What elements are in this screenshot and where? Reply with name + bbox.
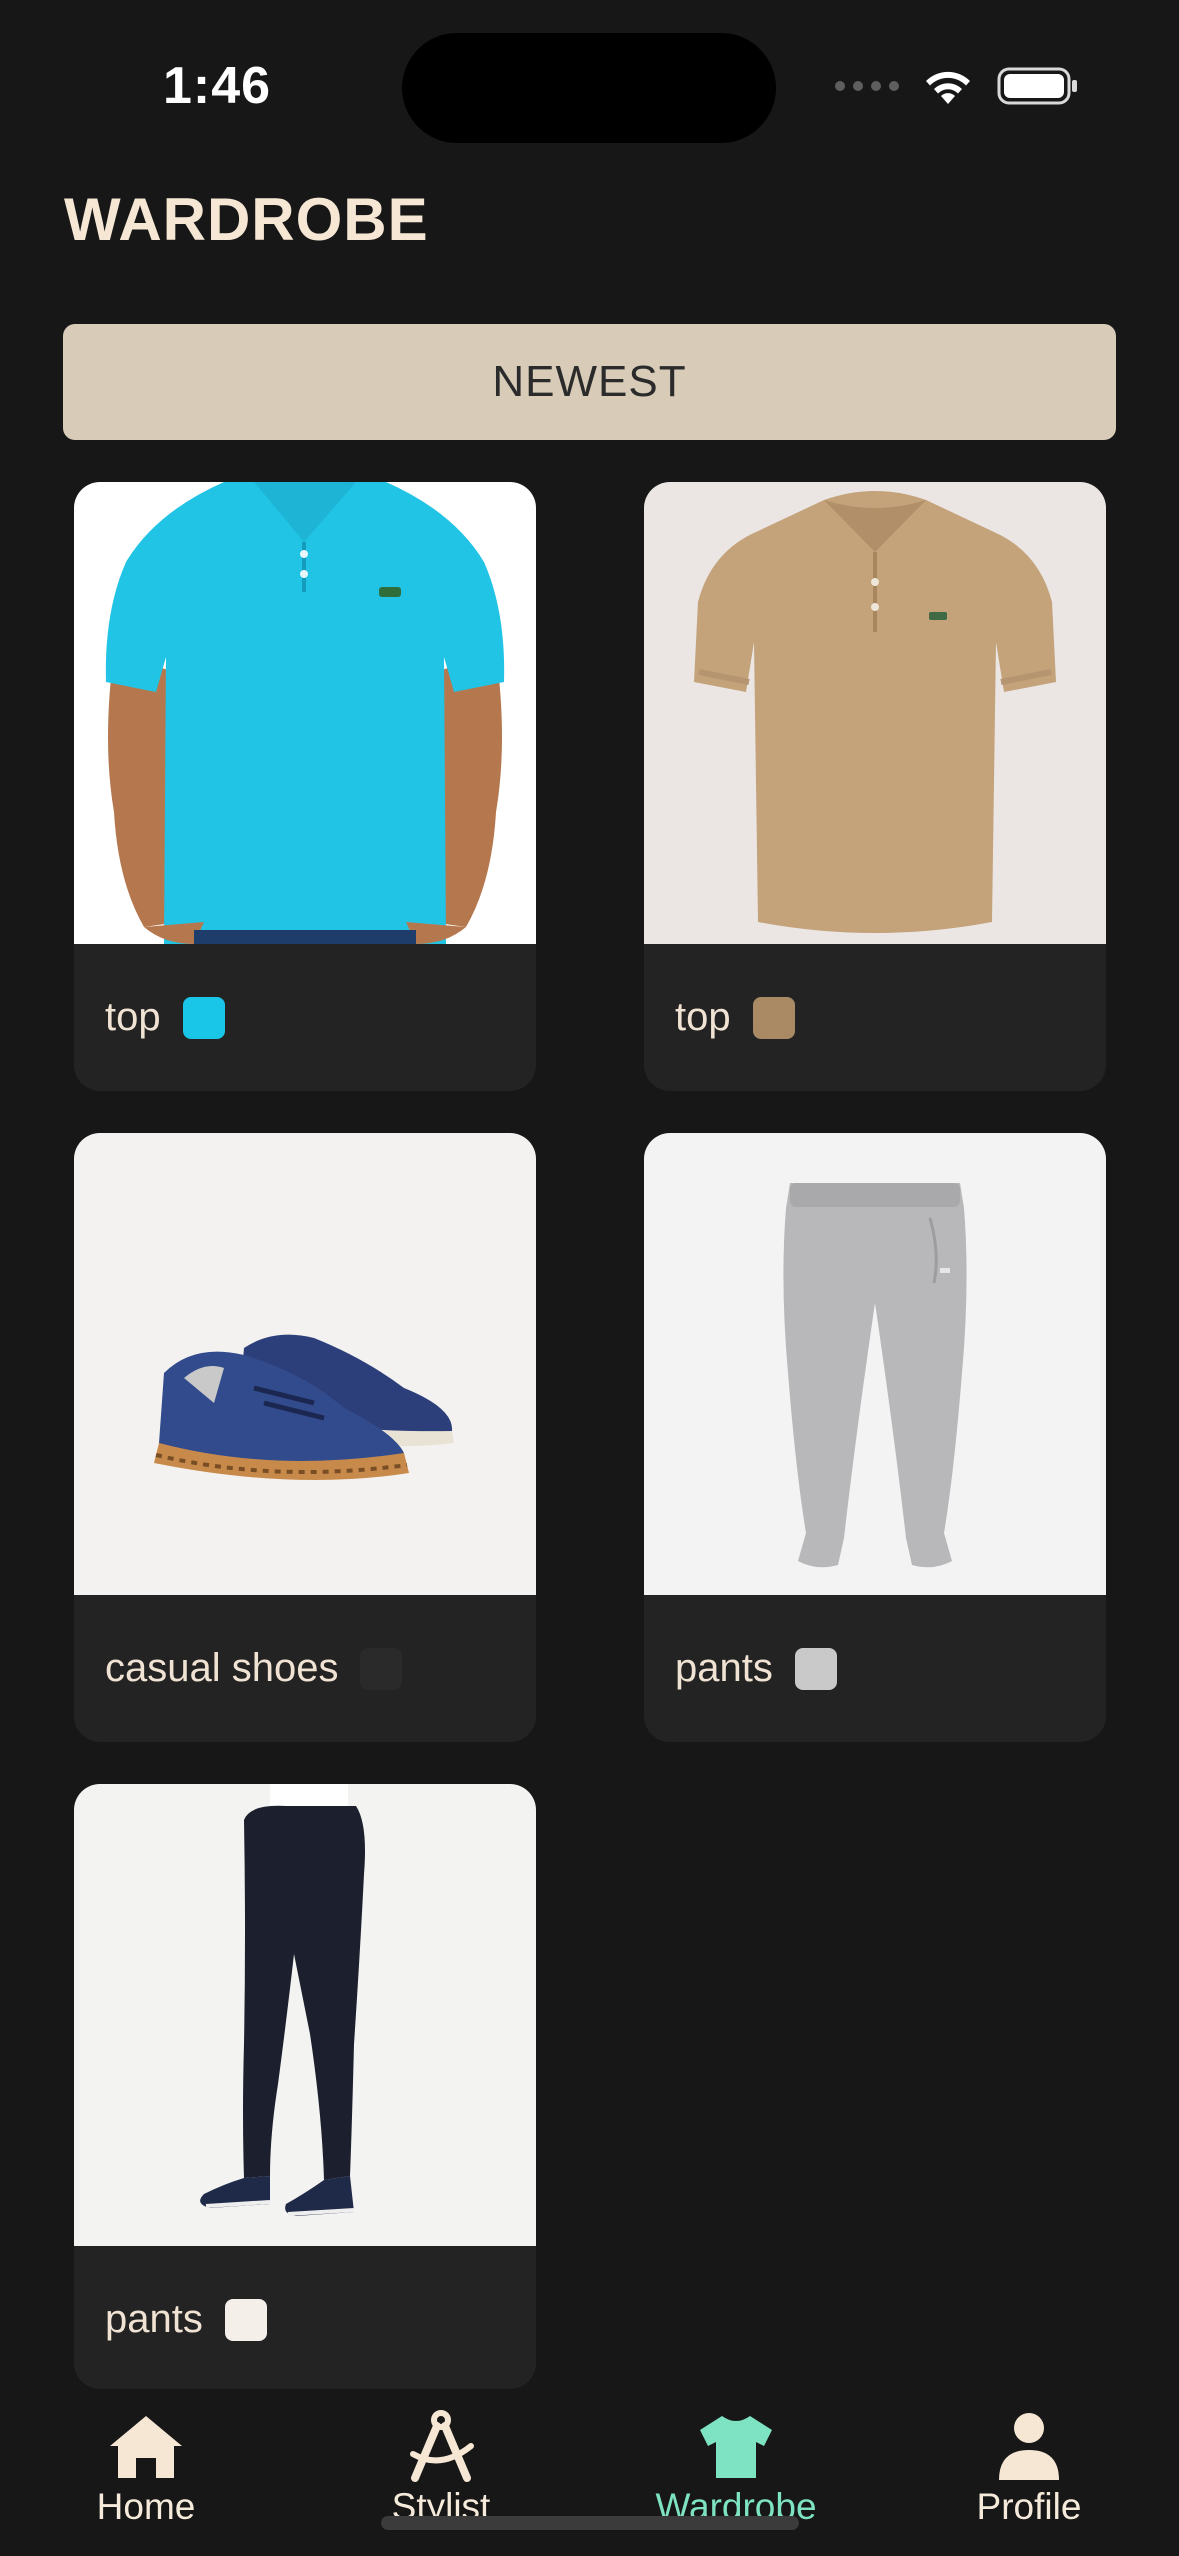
battery-icon (997, 67, 1077, 105)
cellular-signal-icon (835, 81, 899, 91)
color-swatch (360, 1647, 403, 1690)
item-footer: pants (644, 1595, 1106, 1742)
color-swatch (794, 1647, 837, 1690)
bottom-tab-bar: Home Stylist Wardrobe Profile (0, 2390, 1179, 2556)
status-time: 1:46 (163, 57, 272, 115)
color-swatch (752, 996, 795, 1039)
wardrobe-item-card[interactable]: pants (74, 1784, 536, 2389)
item-category-label: pants (675, 1646, 773, 1690)
tab-home-label: Home (96, 2486, 196, 2527)
sort-newest-button[interactable]: NEWEST (63, 324, 1116, 440)
wardrobe-item-card[interactable]: pants (644, 1133, 1106, 1742)
wardrobe-item-card[interactable]: top (74, 482, 536, 1091)
tab-profile[interactable]: Profile (929, 2410, 1129, 2540)
item-footer: casual shoes (74, 1595, 536, 1742)
page-title: WARDROBE (64, 186, 429, 253)
navy-sneakers-image (74, 1133, 536, 1595)
home-indicator (381, 2516, 799, 2530)
home-icon (110, 2416, 182, 2478)
tshirt-icon (700, 2416, 772, 2478)
person-icon (999, 2413, 1059, 2480)
wifi-icon (926, 71, 970, 104)
tab-home[interactable]: Home (46, 2410, 246, 2540)
item-category-label: pants (105, 2297, 203, 2341)
wardrobe-screen: 1:46 WARDROBE NEWEST top top casual shoe… (0, 0, 1179, 2556)
item-footer: top (74, 944, 536, 1091)
item-category-label: top (675, 995, 731, 1039)
wardrobe-item-card[interactable]: casual shoes (74, 1133, 536, 1742)
tan-polo-shirt-image (644, 482, 1106, 944)
item-footer: pants (74, 2246, 536, 2389)
grey-sweatpants-image (644, 1133, 1106, 1595)
item-category-label: top (105, 995, 161, 1039)
color-swatch (182, 996, 225, 1039)
wardrobe-item-card[interactable]: top (644, 482, 1106, 1091)
color-swatch (224, 2298, 267, 2341)
status-indicators (835, 66, 1079, 106)
tab-profile-label: Profile (976, 2486, 1082, 2527)
compass-icon (410, 2410, 474, 2482)
item-footer: top (644, 944, 1106, 1091)
cyan-polo-shirt-image (74, 482, 536, 944)
dynamic-island (402, 33, 776, 143)
navy-chino-pants-image (74, 1784, 536, 2246)
item-category-label: casual shoes (105, 1646, 339, 1690)
